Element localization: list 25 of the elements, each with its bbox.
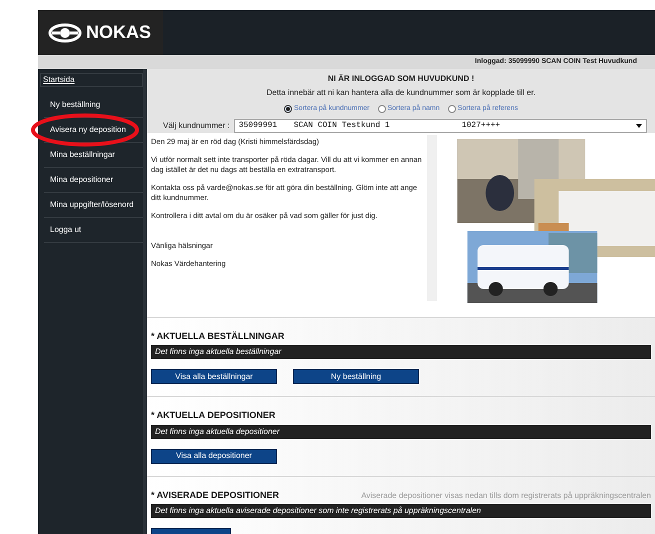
sidebar-item[interactable]: Mina uppgifter/lösenord	[44, 193, 143, 218]
select-label: Välj kundnummer :	[162, 120, 230, 132]
sidebar-item[interactable]: Logga ut	[44, 218, 143, 243]
section-note: Aviserade depositioner visas nedan tills dom registrerats på uppräkningscentralen	[361, 490, 651, 502]
action-button[interactable]: Visa alla beställningar	[151, 369, 277, 384]
panel-title: NI ÄR INLOGGAD SOM HUVUDKUND !	[328, 73, 474, 85]
section-title: * AKTUELLA BESTÄLLNINGAR	[151, 330, 284, 342]
logo-text: NOKAS	[86, 21, 152, 44]
section-title: * AKTUELLA DEPOSITIONER	[151, 409, 276, 422]
section-title: * AVISERADE DEPOSITIONER	[151, 488, 280, 502]
sidebar-item[interactable]: Mina depositioner	[44, 168, 143, 193]
empty-message: Det finns inga aktuella aviserade depositioner som inte registrerats på uppräkningscentralen	[151, 504, 651, 518]
panel-subtitle: Detta innebär att ni kan hantera alla de kundnummer som är kopplade till er.	[266, 87, 536, 99]
action-button[interactable]: Visa alla depositioner	[151, 448, 277, 464]
customer-select[interactable]: 35099991 SCAN COIN Testkund 1 1027++++	[234, 118, 647, 132]
logo-icon	[48, 22, 82, 42]
scrollbar[interactable]	[427, 134, 437, 300]
sidebar-item[interactable]: Ny beställning	[44, 93, 143, 118]
empty-message: Det finns inga aktuella beställningar	[151, 345, 651, 359]
action-button[interactable]: Ny beställning	[293, 369, 419, 384]
dropdown-caret-icon	[636, 124, 642, 128]
sidebar-link[interactable]: Startsida	[40, 73, 143, 87]
empty-message: Det finns inga aktuella depositioner	[151, 424, 651, 438]
sidebar-item[interactable]: Mina beställningar	[44, 143, 143, 168]
sidebar-item[interactable]: Avisera ny deposition	[44, 118, 143, 143]
